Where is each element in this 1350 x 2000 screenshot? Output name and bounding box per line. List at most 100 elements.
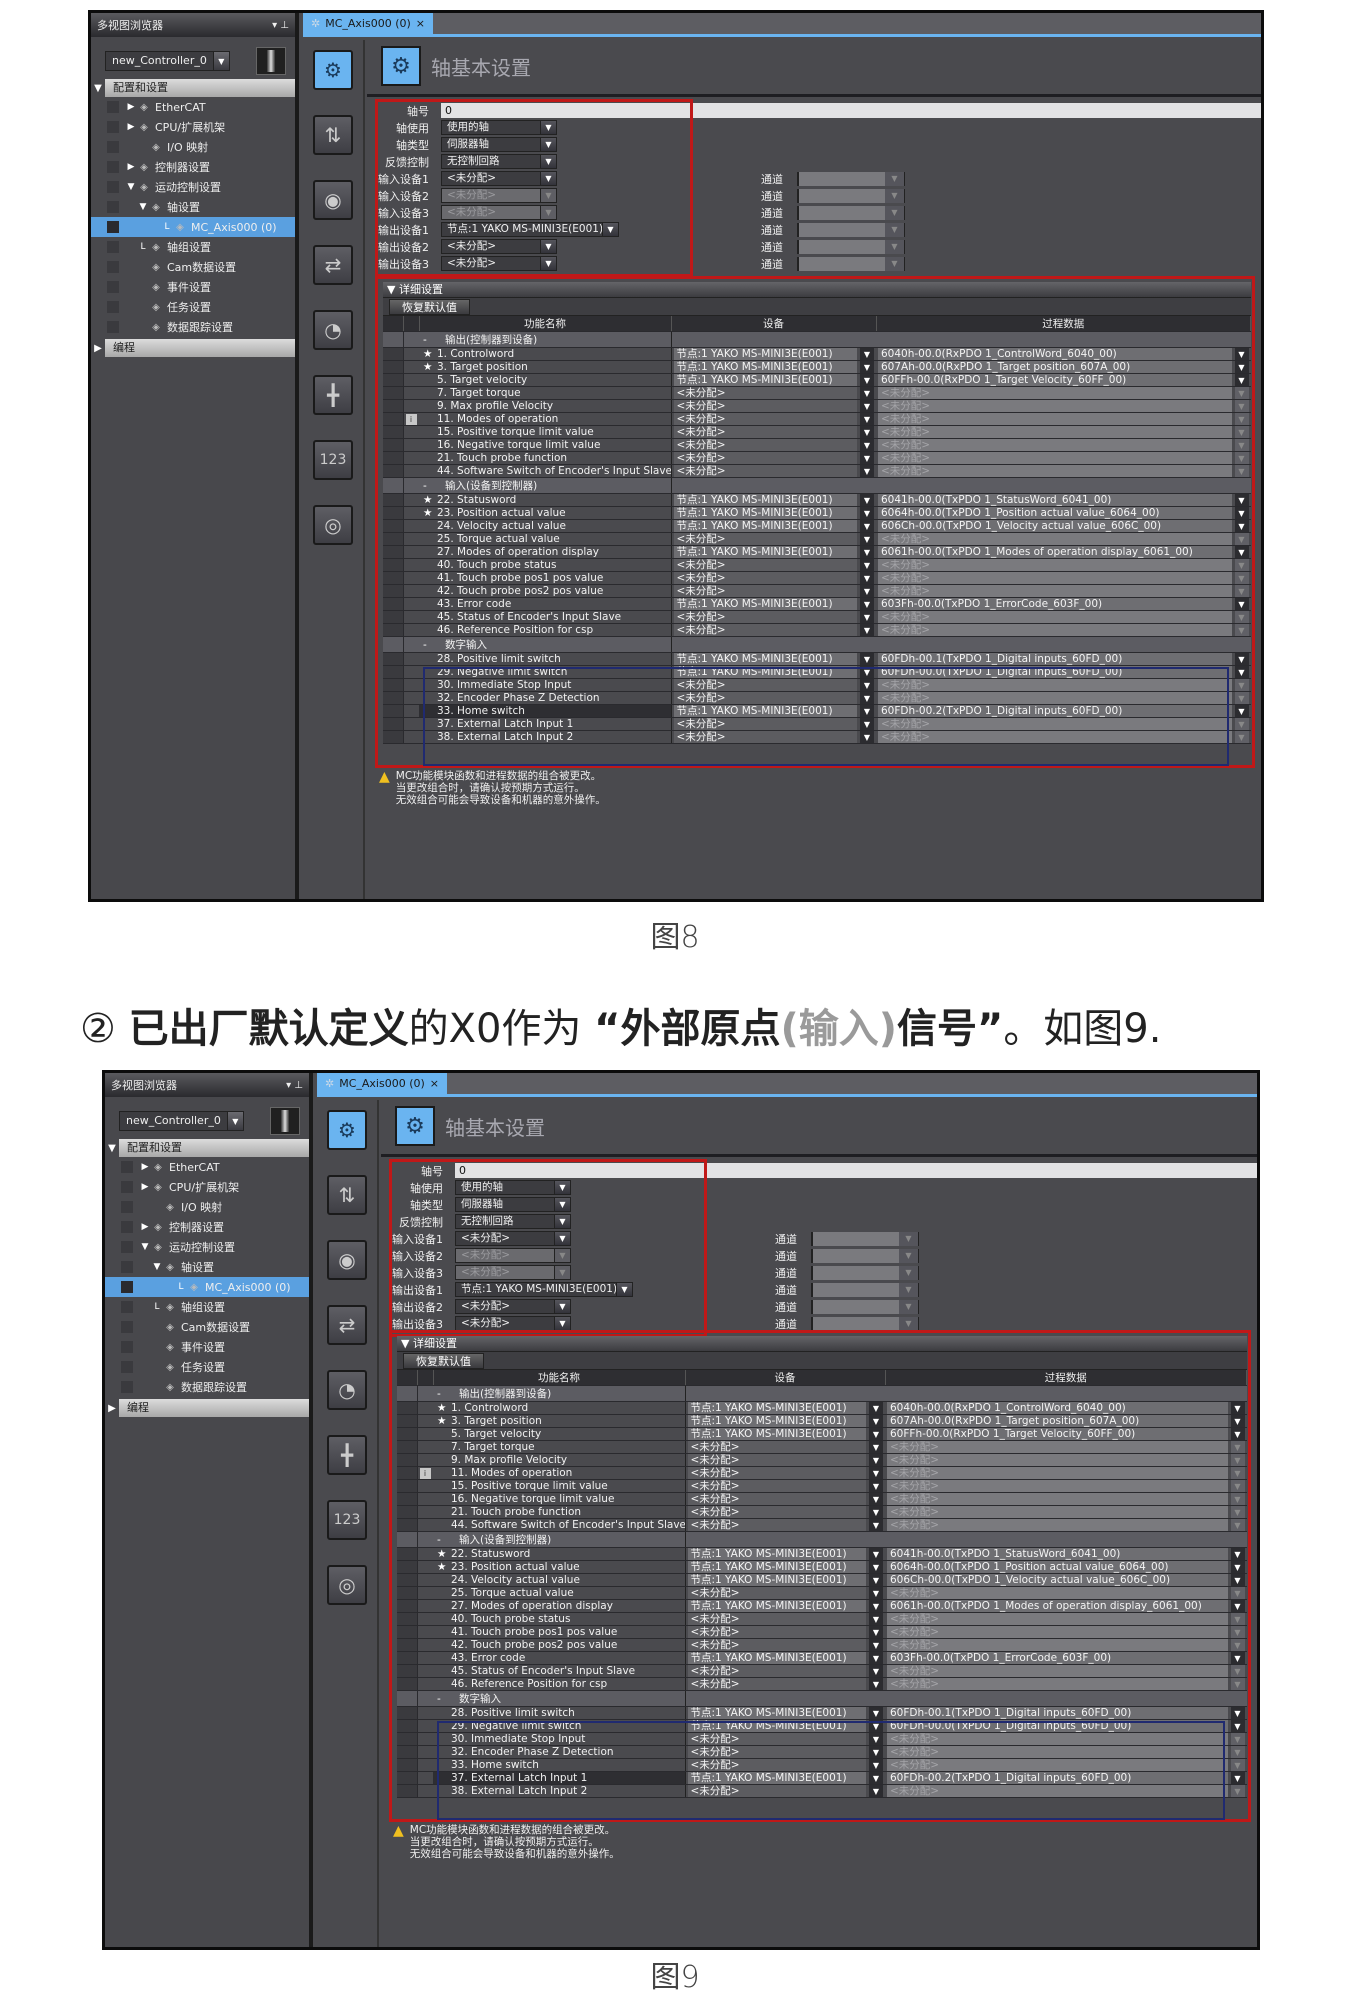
chevron-down-icon[interactable]: ▼ <box>540 257 556 270</box>
tree-item[interactable]: ◈ 数据跟踪设置 <box>105 1377 309 1397</box>
chevron-down-icon[interactable]: ▼ <box>1234 361 1249 373</box>
close-icon[interactable]: × <box>416 17 425 30</box>
device-select[interactable]: <未分配> ▼ <box>687 1746 883 1758</box>
process-data-select[interactable]: 6061h-00.0(TxPDO 1_Modes of operation di… <box>878 546 1249 558</box>
tree-item[interactable]: ◈ 数据跟踪设置 <box>91 317 295 337</box>
tree-item[interactable]: ▼ ◈ 轴设置 <box>105 1257 309 1277</box>
collapse-icon[interactable]: ▼ <box>91 83 105 94</box>
checkbox[interactable] <box>121 1321 133 1333</box>
pin-icon[interactable]: ▾ ⊥ <box>272 20 289 31</box>
checkbox[interactable] <box>107 121 119 133</box>
chevron-down-icon[interactable]: ▼ <box>554 1300 570 1313</box>
device-select[interactable]: <未分配> ▼ <box>673 465 874 477</box>
checkbox[interactable] <box>107 181 119 193</box>
device-select[interactable]: 节点:1 YAKO MS-MINI3E(E001) ▼ <box>687 1402 883 1414</box>
device-select[interactable]: <未分配> ▼ <box>687 1759 883 1771</box>
chevron-down-icon[interactable]: ▼ <box>869 1613 883 1625</box>
device-select[interactable]: 节点:1 YAKO MS-MINI3E(E001) ▼ <box>673 546 874 558</box>
device-select[interactable]: 节点:1 YAKO MS-MINI3E(E001) ▼ <box>673 653 874 665</box>
device-select[interactable]: <未分配> ▼ <box>673 624 874 636</box>
expand-icon[interactable]: ▶ <box>125 162 137 172</box>
chevron-down-icon[interactable]: ▼ <box>869 1772 883 1784</box>
collapse-icon[interactable]: ▼ <box>139 1242 151 1252</box>
process-data-select[interactable]: 607Ah-00.0(RxPDO 1_Target position_607A_… <box>887 1415 1245 1427</box>
chevron-down-icon[interactable]: ▼ <box>869 1574 883 1586</box>
chevron-down-icon[interactable]: ▼ <box>869 1746 883 1758</box>
device-select[interactable]: <未分配> ▼ <box>673 692 874 704</box>
chevron-down-icon[interactable]: ▼ <box>869 1665 883 1677</box>
process-data-select[interactable]: 6041h-00.0(TxPDO 1_StatusWord_6041_00) ▼ <box>887 1548 1245 1560</box>
servo-drive-icon[interactable]: 123 <box>327 1500 367 1540</box>
axis-number-input[interactable]: 0 <box>441 103 1261 118</box>
chevron-down-icon[interactable]: ▼ <box>1234 494 1249 506</box>
collapse-icon[interactable]: ▼ <box>137 202 149 212</box>
device-select[interactable]: 节点:1 YAKO MS-MINI3E(E001) ▼ <box>687 1600 883 1612</box>
tree-item[interactable]: ◈ 任务设置 <box>105 1357 309 1377</box>
chevron-down-icon[interactable]: ▼ <box>869 1785 883 1797</box>
process-data-select[interactable]: 607Ah-00.0(RxPDO 1_Target position_607A_… <box>878 361 1249 373</box>
device-select[interactable]: <未分配> ▼ <box>687 1665 883 1677</box>
device-select[interactable]: <未分配> ▼ <box>673 572 874 584</box>
controller-device-icon[interactable] <box>255 47 286 75</box>
device-select[interactable]: <未分配> ▼ <box>687 1480 883 1492</box>
device-select[interactable]: <未分配> ▼ <box>687 1587 883 1599</box>
chevron-down-icon[interactable]: ▼ <box>1230 1548 1245 1560</box>
field-select[interactable]: <未分配> ▼ <box>441 171 557 186</box>
other-operation-icon[interactable]: ⇄ <box>313 245 353 285</box>
process-data-select[interactable]: 60FDh-00.2(TxPDO 1_Digital inputs_60FD_0… <box>887 1772 1245 1784</box>
field-select[interactable]: 伺服器轴 ▼ <box>441 137 557 152</box>
process-data-select[interactable]: 603Fh-00.0(TxPDO 1_ErrorCode_603F_00) ▼ <box>878 598 1249 610</box>
device-select[interactable]: <未分配> ▼ <box>687 1678 883 1690</box>
checkbox[interactable] <box>121 1161 133 1173</box>
controller-select[interactable]: new_Controller_0 ▼ <box>119 1111 244 1131</box>
collapse-icon[interactable]: ▼ <box>105 1143 119 1154</box>
chevron-down-icon[interactable]: ▼ <box>860 452 874 464</box>
detail-settings-header[interactable]: ▼ 详细设置 <box>383 282 1251 298</box>
chevron-down-icon[interactable]: ▼ <box>1230 1574 1245 1586</box>
device-select[interactable]: 节点:1 YAKO MS-MINI3E(E001) ▼ <box>687 1548 883 1560</box>
field-select[interactable]: 使用的轴 ▼ <box>441 120 557 135</box>
chevron-down-icon[interactable]: ▼ <box>1234 705 1249 717</box>
device-select[interactable]: <未分配> ▼ <box>673 718 874 730</box>
tree-item[interactable]: ◈ 任务设置 <box>91 297 295 317</box>
device-select[interactable]: <未分配> ▼ <box>673 533 874 545</box>
field-select[interactable]: 伺服器轴 ▼ <box>455 1197 571 1212</box>
device-select[interactable]: <未分配> ▼ <box>673 731 874 743</box>
controller-select[interactable]: new_Controller_0 ▼ <box>105 51 230 71</box>
expand-icon[interactable]: ▶ <box>125 122 137 132</box>
group-collapse-icon[interactable]: - <box>437 1388 451 1400</box>
chevron-down-icon[interactable]: ▼ <box>1230 1652 1245 1664</box>
chevron-down-icon[interactable]: ▼ <box>860 387 874 399</box>
expand-icon[interactable]: ▶ <box>125 102 137 112</box>
process-data-select[interactable]: 60FDh-00.0(TxPDO 1_Digital inputs_60FD_0… <box>878 666 1249 678</box>
chevron-down-icon[interactable]: ▼ <box>554 1232 570 1245</box>
chevron-down-icon[interactable]: ▼ <box>1230 1561 1245 1573</box>
process-data-select[interactable]: 603Fh-00.0(TxPDO 1_ErrorCode_603F_00) ▼ <box>887 1652 1245 1664</box>
tree-item[interactable]: L ◈ 轴组设置 <box>105 1297 309 1317</box>
chevron-down-icon[interactable]: ▼ <box>1230 1707 1245 1719</box>
chevron-down-icon[interactable]: ▼ <box>860 598 874 610</box>
limit-settings-icon[interactable]: ◔ <box>313 310 353 350</box>
group-collapse-icon[interactable]: - <box>437 1534 451 1546</box>
chevron-down-icon[interactable]: ▼ <box>869 1600 883 1612</box>
device-select[interactable]: <未分配> ▼ <box>687 1493 883 1505</box>
device-select[interactable]: <未分配> ▼ <box>687 1467 883 1479</box>
chevron-down-icon[interactable]: ▼ <box>860 400 874 412</box>
device-select[interactable]: <未分配> ▼ <box>673 439 874 451</box>
process-data-select[interactable]: 60FDh-00.0(TxPDO 1_Digital inputs_60FD_0… <box>887 1720 1245 1732</box>
field-select[interactable]: 节点:1 YAKO MS-MINI3E(E001) ▼ <box>455 1282 633 1297</box>
chevron-down-icon[interactable]: ▼ <box>554 1317 570 1330</box>
process-data-select[interactable]: 606Ch-00.0(TxPDO 1_Velocity actual value… <box>878 520 1249 532</box>
close-icon[interactable]: × <box>430 1077 439 1090</box>
group-collapse-icon[interactable]: - <box>423 639 437 651</box>
device-select[interactable]: <未分配> ▼ <box>673 559 874 571</box>
process-data-select[interactable]: 60FFh-00.0(RxPDO 1_Target Velocity_60FF_… <box>878 374 1249 386</box>
tree-item[interactable]: ▶ ◈ EtherCAT <box>91 97 295 117</box>
process-data-select[interactable]: 60FDh-00.1(TxPDO 1_Digital inputs_60FD_0… <box>878 653 1249 665</box>
chevron-down-icon[interactable]: ▼ <box>860 611 874 623</box>
checkbox[interactable] <box>107 301 119 313</box>
checkbox[interactable] <box>121 1301 133 1313</box>
chevron-down-icon[interactable]: ▼ <box>860 572 874 584</box>
servo-drive-icon[interactable]: 123 <box>313 440 353 480</box>
chevron-down-icon[interactable]: ▼ <box>860 559 874 571</box>
